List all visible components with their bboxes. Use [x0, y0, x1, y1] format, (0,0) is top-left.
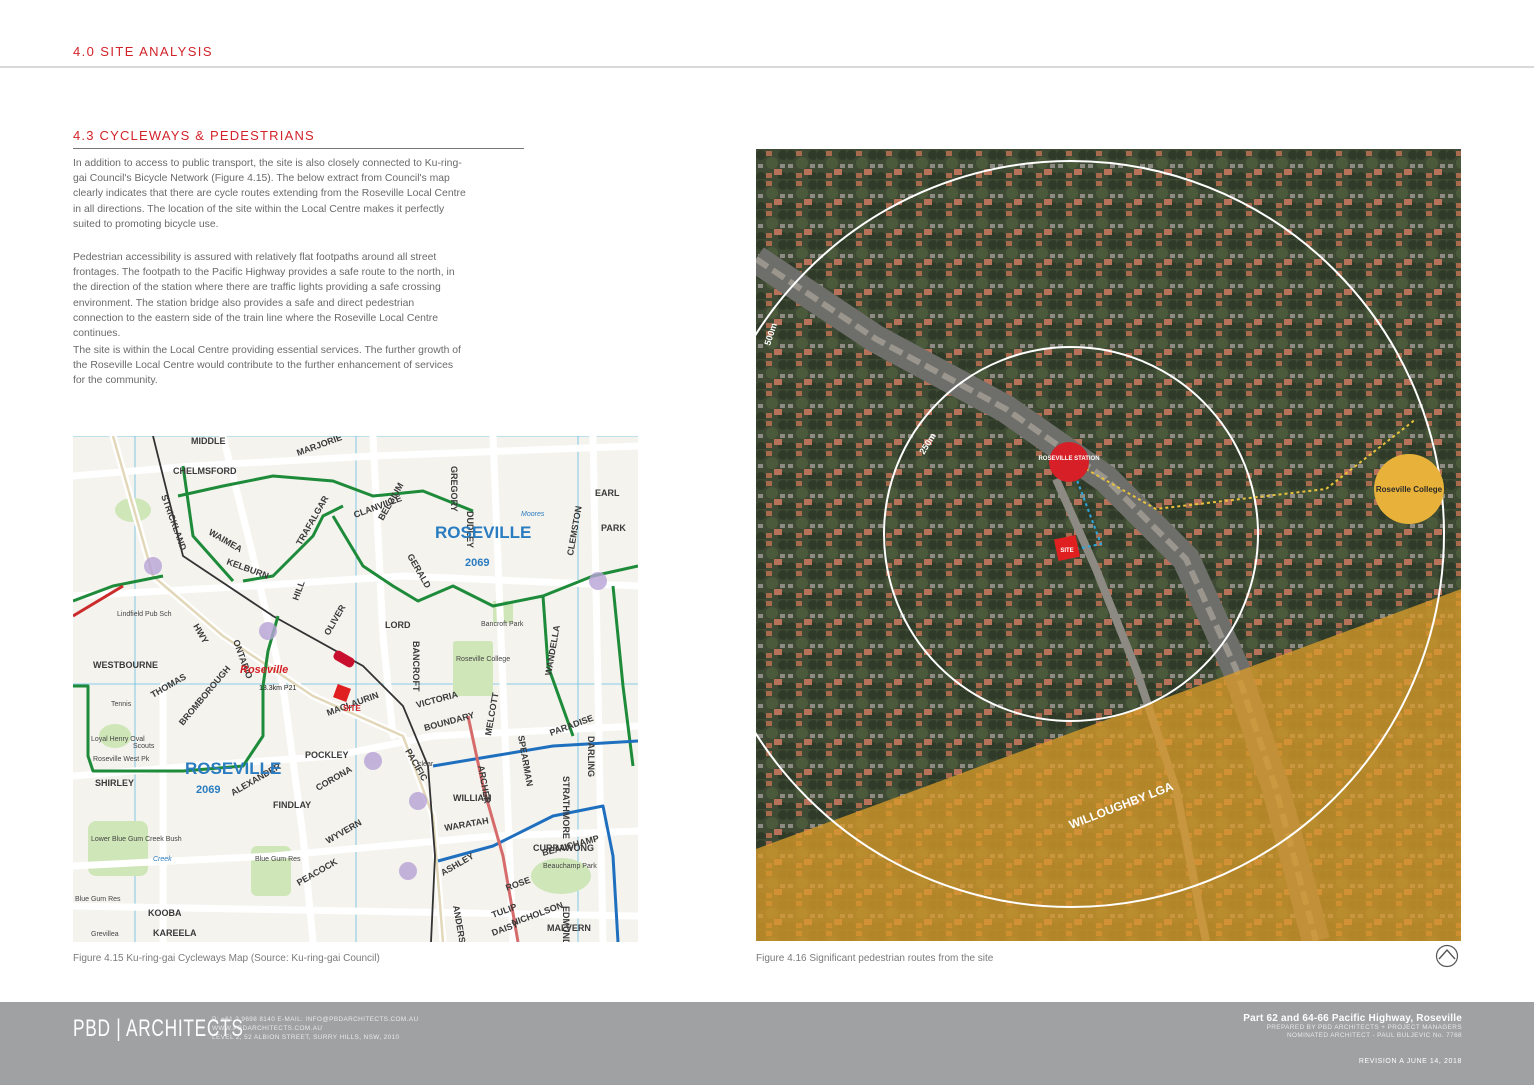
street-label: BROMBOROUGH: [177, 664, 233, 727]
street-label: EDMUND: [561, 906, 571, 942]
street-label: WAIMEA: [207, 527, 244, 554]
subsection-divider: [73, 148, 524, 149]
contact-address: LEVEL 2, 52 ALBION STREET, SURRY HILLS, …: [212, 1034, 400, 1041]
page-section-title: 4.0 SITE ANALYSIS: [73, 44, 213, 59]
place-label: Lower Blue Gum Creek Bush: [91, 836, 182, 843]
street-label: FINDLAY: [273, 800, 311, 810]
place-label: Lindfield Pub Sch: [117, 611, 172, 618]
body-paragraph-2: Pedestrian accessibility is assured with…: [73, 252, 455, 340]
aerial-photo: ROSEVILLE STATION SITE Roseville College…: [756, 149, 1461, 941]
prepared-by: PREPARED BY PBD ARCHITECTS + PROJECT MAN…: [1266, 1024, 1462, 1031]
street-label: POCKLEY: [305, 750, 349, 760]
street-label: STRICKLAND: [159, 493, 189, 552]
project-title: Part 62 and 64-66 Pacific Highway, Rosev…: [1243, 1013, 1462, 1024]
place-label: Blue Gum Res: [255, 856, 301, 863]
subsection-title: 4.3 CYCLEWAYS & PEDESTRIANS: [73, 128, 315, 143]
street-label: KOOBA: [148, 908, 182, 918]
place-label: Moores: [521, 511, 545, 518]
suburb-label-north: ROSEVILLE: [435, 523, 531, 542]
site-label-aerial: SITE: [1060, 548, 1073, 554]
place-label: Beauchamp Park: [543, 863, 597, 870]
figure-caption-pedestrian: Figure 4.16 Significant pedestrian route…: [756, 953, 994, 964]
place-label: Grevillea: [91, 931, 119, 938]
street-label: SPEARMAN: [516, 735, 535, 787]
station-marker: [1049, 442, 1089, 482]
north-arrow-icon: [1435, 944, 1459, 968]
postcode-label-south: 2069: [196, 784, 220, 796]
street-label: WYVERN: [324, 817, 363, 845]
postcode-label-north: 2069: [465, 557, 489, 569]
nominated-architect: NOMINATED ARCHITECT - PAUL BULJEVIC No. …: [1286, 1032, 1462, 1039]
station-label-roseville: Roseville: [240, 664, 288, 676]
street-label: PARK: [601, 523, 626, 533]
place-label: Bancroft Park: [481, 621, 524, 628]
street-label: PEACOCK: [295, 856, 339, 887]
project-details: Part 62 and 64-66 Pacific Highway, Rosev…: [1243, 1013, 1462, 1040]
grid-reference: 13.3km P21: [259, 685, 296, 692]
street-label: CLEMSTON: [565, 505, 584, 556]
street-label: GERALD: [405, 552, 433, 590]
street-label: GREGORY: [449, 466, 459, 512]
street-label: WARATAH: [444, 815, 490, 833]
place-label: Loyal Henry Oval: [91, 736, 145, 743]
station-label: ROSEVILLE STATION: [1038, 456, 1099, 462]
revision-date: REVISION A JUNE 14, 2018: [1358, 1058, 1462, 1065]
place-label: Scouts: [133, 743, 155, 750]
contact-website: WWW.PBDARCHITECTS.COM.AU: [212, 1025, 323, 1032]
place-label: Tennis: [111, 701, 132, 708]
page-footer: PBD | ARCHITECTS P: +61 2 9698 8140 E-MA…: [0, 1002, 1534, 1085]
place-label: Creek: [153, 856, 172, 863]
street-label: SHIRLEY: [95, 778, 134, 788]
pedestrian-routes-aerial-figure: ROSEVILLE STATION SITE Roseville College…: [756, 149, 1461, 941]
contact-details: P: +61 2 9698 8140 E-MAIL: INFO@PBDARCHI…: [212, 1015, 418, 1042]
street-label: KAREELA: [153, 928, 197, 938]
place-label: Roseville West Pk: [93, 756, 150, 763]
figure-caption-cycleways: Figure 4.15 Ku-ring-gai Cycleways Map (S…: [73, 953, 380, 964]
street-label: BANCROFT: [411, 641, 421, 692]
street-label: MIDDLE: [191, 436, 226, 446]
street-label: BOUNDARY: [423, 710, 475, 733]
suburb-label-south: ROSEVILLE: [185, 759, 281, 778]
place-label: Roseville College: [456, 656, 510, 663]
header-divider: [0, 66, 1534, 68]
street-label: OLIVER: [322, 603, 348, 637]
cycleways-map-figure: MIDDLE CHELMSFORD MARJORIE TRAFALGAR CLANVIL…: [73, 436, 638, 942]
street-label: WILLIAM: [453, 793, 492, 803]
street-label: TRAFALGAR: [294, 494, 331, 547]
street-label: WESTBOURNE: [93, 660, 158, 670]
street-label: KELBURN: [225, 556, 270, 580]
place-label: Blue Gum Res: [75, 896, 121, 903]
college-label: Roseville College: [1376, 485, 1443, 494]
street-label: THOMAS: [149, 672, 188, 700]
street-label: CURRAWONG: [533, 843, 594, 853]
station-train-icon: [333, 650, 355, 668]
street-label: CORONA: [314, 764, 354, 793]
park-roseville-college: [453, 641, 493, 696]
street-label: LORD: [385, 620, 411, 630]
place-label: clear: [418, 761, 434, 768]
street-label: EARL: [595, 488, 620, 498]
street-label: DARLING: [586, 736, 596, 777]
street-label: STRATHMORE: [561, 776, 571, 839]
street-label: VICTORIA: [415, 689, 459, 710]
body-paragraph-3: The site is within the Local Centre prov…: [73, 345, 461, 387]
site-label: SITE: [343, 704, 361, 713]
body-paragraph-1: In addition to access to public transpor…: [73, 158, 466, 230]
street-label: CHELMSFORD: [173, 466, 237, 476]
cycleways-map: MIDDLECHELMSFORDMARJORIETRAFALGAR CLANVIL…: [73, 436, 638, 942]
contact-phone-email: P: +61 2 9698 8140 E-MAIL: INFO@PBDARCHI…: [212, 1016, 419, 1023]
